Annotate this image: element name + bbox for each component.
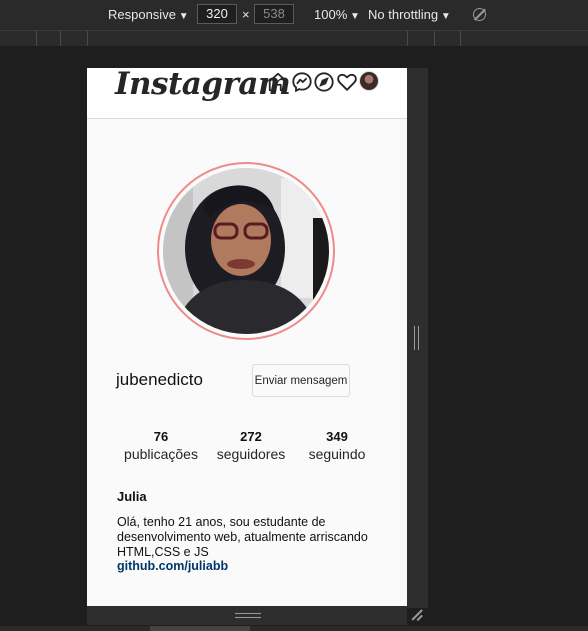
scrollbar-thumb[interactable] xyxy=(150,626,250,631)
width-input[interactable]: 320 xyxy=(197,4,237,24)
stat-posts-value: 76 xyxy=(153,429,169,444)
horizontal-grip-icon[interactable] xyxy=(235,613,261,618)
profile-bio: Olá, tenho 21 anos, sou estudante de des… xyxy=(117,515,368,559)
dimension-separator: × xyxy=(242,7,250,22)
device-viewport: Instagram jubenedicto Enviar mensagem 76… xyxy=(87,68,407,606)
stat-posts[interactable]: 76 publicações xyxy=(123,429,199,462)
profile-full-name: Julia xyxy=(117,489,147,504)
stat-following-value: 349 xyxy=(326,429,348,444)
ig-header: Instagram xyxy=(87,68,407,119)
device-mode-select[interactable]: Responsive xyxy=(108,7,189,22)
stat-following-label: seguindo xyxy=(308,446,366,462)
rotate-icon[interactable] xyxy=(473,8,486,21)
zoom-select[interactable]: 100% xyxy=(314,7,360,22)
send-message-button[interactable]: Enviar mensagem xyxy=(252,364,350,397)
vertical-grip-icon[interactable] xyxy=(414,326,419,350)
height-input[interactable]: 538 xyxy=(254,4,294,24)
profile-username: jubenedicto xyxy=(116,370,203,389)
messenger-icon[interactable] xyxy=(291,71,313,93)
media-query-ruler[interactable] xyxy=(0,30,588,47)
stat-following[interactable]: 349 seguindo xyxy=(299,429,375,462)
throttling-select[interactable]: No throttling xyxy=(368,7,451,22)
stat-followers[interactable]: 272 seguidores xyxy=(213,429,289,462)
stat-followers-label: seguidores xyxy=(216,446,286,462)
instagram-logo[interactable]: Instagram xyxy=(115,68,291,102)
heart-icon[interactable] xyxy=(336,71,358,93)
profile-picture[interactable] xyxy=(163,168,329,334)
corner-resize-icon[interactable] xyxy=(411,609,423,621)
devtools-device-toolbar: Responsive 320 × 538 100% No throttling xyxy=(0,0,588,30)
profile-link[interactable]: github.com/juliabb xyxy=(117,559,228,573)
nav-avatar[interactable] xyxy=(359,71,379,91)
stat-posts-label: publicações xyxy=(124,446,198,462)
home-icon[interactable] xyxy=(267,71,289,93)
explore-icon[interactable] xyxy=(313,71,335,93)
stat-followers-value: 272 xyxy=(240,429,262,444)
horizontal-scrollbar[interactable] xyxy=(0,626,588,631)
